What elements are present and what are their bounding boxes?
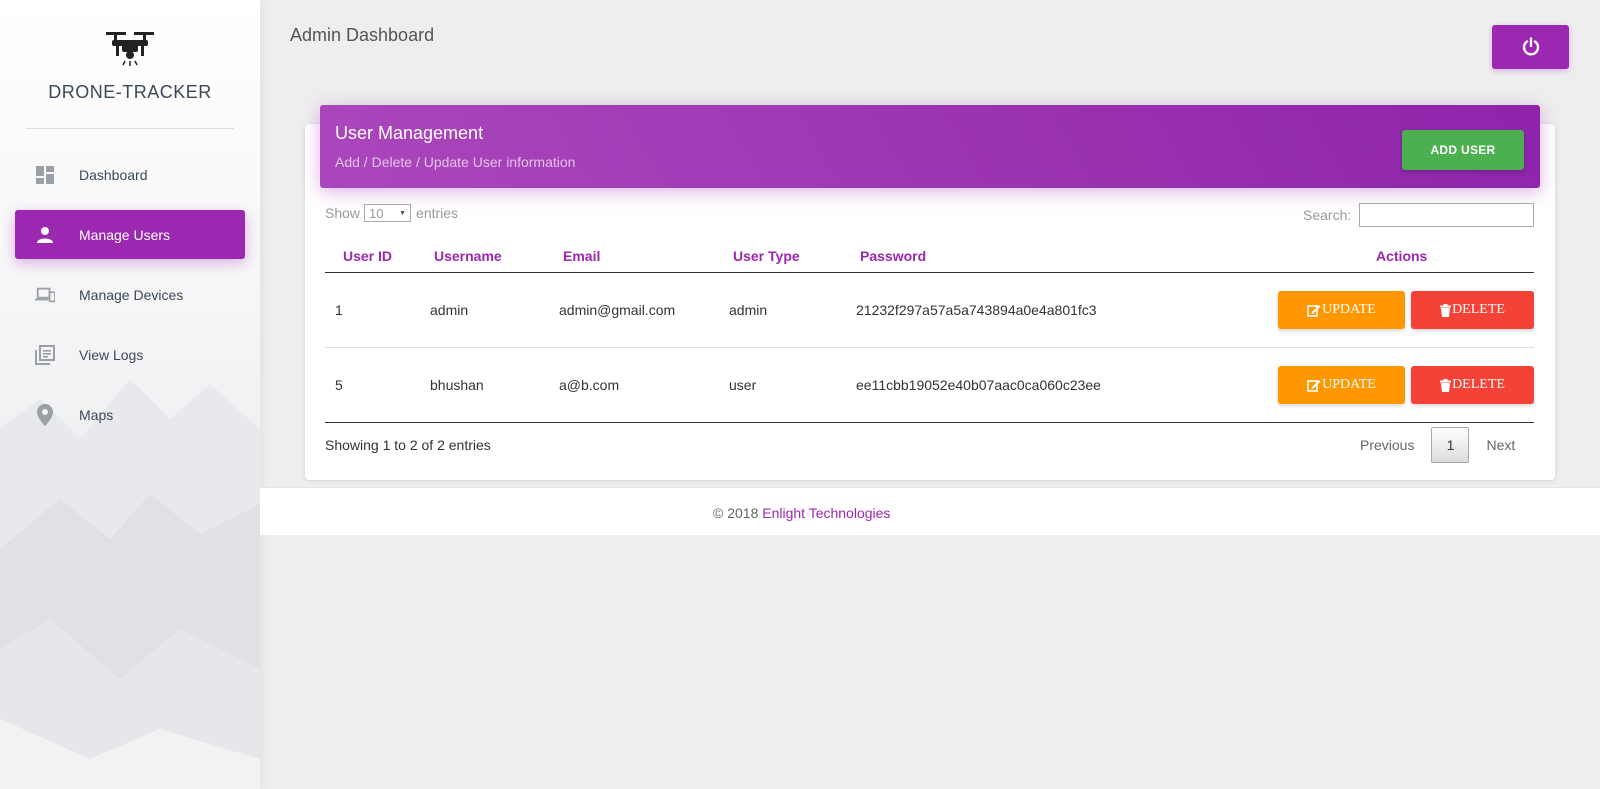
sidebar: DRONE-TRACKER Dashboard Manage Users Man… (0, 0, 260, 789)
pagination: Previous 1 Next (1360, 427, 1515, 463)
sidebar-item-view-logs[interactable]: View Logs (15, 330, 245, 379)
delete-button[interactable]: DELETE (1411, 291, 1534, 329)
show-label: Show (325, 205, 361, 221)
column-header-email[interactable]: Email (559, 248, 729, 264)
logo[interactable]: DRONE-TRACKER (0, 28, 260, 103)
sidebar-item-maps[interactable]: Maps (15, 390, 245, 439)
table-header-row: User ID Username Email User Type Passwor… (325, 240, 1534, 273)
sidebar-item-label: Manage Users (79, 226, 171, 243)
search-label: Search: (1303, 207, 1352, 223)
cell-username: admin (430, 302, 469, 318)
footer-text: © 2018 Enlight Technologies (713, 505, 890, 521)
trash-icon (1440, 303, 1452, 317)
cell-password: ee11cbb19052e40b07aac0ca060c23ee (856, 377, 1101, 393)
page-number-button[interactable]: 1 (1431, 427, 1470, 463)
cell-email: a@b.com (559, 377, 620, 393)
footer: © 2018 Enlight Technologies (260, 487, 1600, 535)
sidebar-item-dashboard[interactable]: Dashboard (15, 150, 245, 199)
power-icon (1522, 37, 1539, 56)
entries-select[interactable]: 10 ▼ (364, 204, 412, 222)
location-pin-icon (35, 403, 55, 426)
delete-button[interactable]: DELETE (1411, 366, 1534, 404)
app-name: DRONE-TRACKER (48, 82, 212, 102)
add-user-button[interactable]: ADD USER (1402, 130, 1524, 170)
copyright-text: © 2018 (713, 505, 759, 521)
cell-actions: UPDATE DELETE (1221, 291, 1534, 329)
sidebar-item-label: View Logs (79, 346, 144, 363)
edit-icon (1307, 304, 1321, 317)
column-header-actions: Actions (1376, 248, 1428, 264)
cell-username: bhushan (430, 377, 484, 393)
column-header-user-id[interactable]: User ID (325, 248, 430, 264)
cell-user-id: 1 (335, 302, 343, 318)
trash-icon (1440, 378, 1452, 392)
cell-user-id: 5 (335, 377, 343, 393)
next-page-button[interactable]: Next (1486, 437, 1515, 453)
edit-icon (1307, 379, 1321, 392)
sidebar-item-label: Dashboard (79, 166, 148, 183)
table-row: 5 bhushan a@b.com user ee11cbb19052e40b0… (325, 348, 1534, 423)
card-subtitle: Add / Delete / Update User information (335, 154, 576, 170)
logo-divider (26, 128, 234, 129)
cell-email: admin@gmail.com (559, 302, 676, 318)
update-button[interactable]: UPDATE (1278, 366, 1405, 404)
page-title: Admin Dashboard (290, 25, 435, 45)
chevron-down-icon: ▼ (399, 209, 407, 217)
library-books-icon (35, 344, 55, 365)
sidebar-item-label: Maps (79, 406, 114, 423)
card-header: User Management Add / Delete / Update Us… (320, 105, 1540, 188)
entries-label: entries (416, 205, 459, 221)
company-link[interactable]: Enlight Technologies (762, 505, 890, 521)
entries-length-control: Show 10 ▼ entries (325, 204, 458, 222)
dashboard-icon (35, 165, 55, 185)
person-icon (35, 225, 55, 245)
delete-button-label: DELETE (1452, 377, 1505, 392)
card-title: User Management (335, 123, 484, 143)
sidebar-item-manage-devices[interactable]: Manage Devices (15, 270, 245, 319)
search-control: Search: (1303, 203, 1535, 227)
update-button-label: UPDATE (1322, 302, 1376, 317)
table-info: Showing 1 to 2 of 2 entries (325, 437, 491, 453)
column-header-password[interactable]: Password (856, 248, 1221, 264)
delete-button-label: DELETE (1452, 302, 1505, 317)
update-button[interactable]: UPDATE (1278, 291, 1405, 329)
logout-button[interactable] (1492, 25, 1569, 69)
column-header-username[interactable]: Username (430, 248, 559, 264)
cell-actions: UPDATE DELETE (1221, 366, 1534, 404)
update-button-label: UPDATE (1322, 377, 1376, 392)
cell-user-type: user (729, 377, 757, 393)
users-table: User ID Username Email User Type Passwor… (325, 240, 1534, 423)
sidebar-nav: Dashboard Manage Users Manage Devices Vi… (15, 150, 245, 450)
devices-icon (35, 285, 55, 305)
drone-icon (106, 32, 154, 66)
table-row: 1 admin admin@gmail.com admin 21232f297a… (325, 273, 1534, 348)
sidebar-item-label: Manage Devices (79, 286, 184, 303)
column-header-user-type[interactable]: User Type (729, 248, 856, 264)
search-input[interactable] (1359, 203, 1535, 227)
cell-user-type: admin (729, 302, 768, 318)
cell-password: 21232f297a57a5a743894a0e4a801fc3 (856, 302, 1097, 318)
entries-select-value: 10 (369, 205, 384, 221)
sidebar-item-manage-users[interactable]: Manage Users (15, 210, 245, 259)
previous-page-button[interactable]: Previous (1360, 437, 1414, 453)
